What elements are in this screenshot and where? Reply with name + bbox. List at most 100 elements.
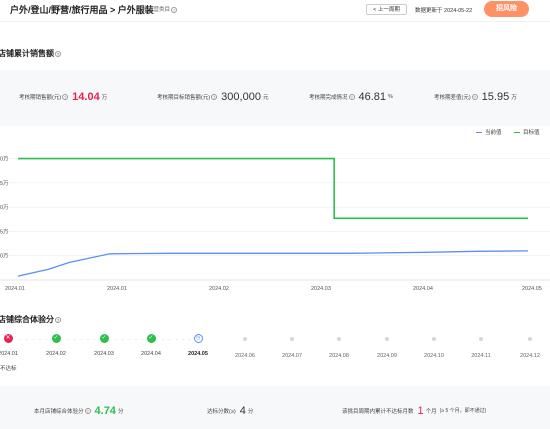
timeline-month-label: 2024.01 (0, 351, 18, 357)
score-unit: 分 (247, 408, 254, 415)
timeline-month-2024.07[interactable]: 2024.07 (277, 334, 307, 359)
score-value: 1 (417, 404, 424, 417)
y-tick-label: 0万 (0, 253, 9, 260)
header-divider (0, 21, 550, 22)
previous-cycle-button[interactable]: < 上一周期 (366, 4, 407, 15)
x-tick-label: 2024.04 (413, 286, 433, 292)
kpi-sales: 考核期销售额(元)? 14.04 万 (19, 88, 107, 106)
x-tick-label: 2024.03 (311, 286, 331, 292)
y-tick-label: 5万 (0, 180, 9, 187)
help-icon[interactable]: ? (211, 93, 218, 100)
kpi-value: 14.04 (72, 90, 100, 103)
series-line-target (18, 157, 528, 220)
kpi-value: 46.81 (358, 90, 387, 103)
clock-icon: ◷ (193, 334, 203, 343)
timeline-month-2024.06[interactable]: 2024.06 (230, 334, 260, 359)
timeline-month-label: 2024.03 (94, 351, 114, 357)
timeline-month-label: 2024.10 (424, 353, 444, 359)
status-glyph: ◷ (195, 335, 201, 341)
timeline-month-2024.10[interactable]: 2024.10 (419, 334, 449, 359)
data-updated-text: 数据更新于 2024-05-22 (415, 8, 473, 14)
dot-icon (385, 336, 389, 341)
score-unit: 个月 (425, 408, 437, 415)
check-circle-icon: ✓ (146, 334, 156, 343)
sub-label-text: 考核主营类目 (137, 7, 171, 13)
status-glyph: ✕ (5, 335, 11, 341)
timeline-month-label: 2024.05 (188, 351, 208, 357)
status-glyph: ✓ (53, 335, 59, 341)
score-label: 本月店铺综合体验分 (34, 408, 84, 415)
score-current: 本月店铺综合体验分? 4.74 分 (34, 402, 123, 420)
y-tick-label: 5万 (0, 228, 9, 235)
kpi-value: 15.95 (481, 90, 510, 103)
timeline-month-2024.08[interactable]: 2024.08 (324, 334, 354, 359)
dot-icon (337, 336, 341, 341)
timeline-month-label: 2024.06 (235, 353, 255, 359)
series-line-current (17, 250, 529, 277)
dot-icon (432, 336, 436, 341)
kpi-unit: 元 (262, 94, 269, 101)
x-tick-label: 2024.01 (107, 286, 127, 292)
score-value: 4.74 (94, 404, 116, 417)
timeline-month-label: 2024.08 (329, 353, 349, 359)
kpi-target-sales: 考核期目标销售额(元)? 300,000 元 (157, 88, 268, 106)
timeline-month-2024.11[interactable]: 2024.11 (466, 334, 496, 359)
dot-icon (528, 336, 532, 341)
kpi-label: 考核期差值(元) (434, 94, 471, 101)
score-label: 该挑目周期内累计不达标月数 (342, 408, 414, 415)
timeline-month-label: 2024.12 (520, 353, 540, 359)
score-threshold: 达标分数(≥) 4 分 (207, 402, 253, 420)
kpi-unit: 万 (101, 94, 108, 101)
timeline-month-label: 2024.09 (377, 353, 397, 359)
kpi-label: 考核期完成情况 (309, 94, 348, 101)
help-icon[interactable]: ? (84, 407, 91, 414)
timeline-month-label: 2024.07 (282, 353, 302, 359)
monthly-score-timeline: 不达标 ✕ 2024.01 · · · · · ✓ 2024.02 · · · · · ✓ 2… (0, 334, 550, 374)
score-hint: (≥ 5 个月，即不通过) (439, 408, 487, 415)
timeline-month-label: 2024.04 (141, 351, 161, 357)
sales-title-text: 店铺累计销售额 (0, 49, 54, 58)
timeline-month-label: 2024.02 (46, 351, 66, 357)
sales-section-title: 店铺累计销售额? (0, 48, 61, 59)
category-sub-label: 考核主营类目? (137, 5, 178, 13)
first-month-status-note: 不达标 (0, 366, 17, 372)
help-icon[interactable]: ? (55, 316, 61, 323)
dot-icon (243, 336, 247, 341)
cumulative-sales-chart: 0万 5万 0万 5万 0万 2024.01 2024.01 2024.02 2024.03 2… (0, 156, 550, 292)
check-circle-icon: ✓ (51, 334, 61, 343)
help-icon[interactable]: ? (171, 6, 178, 13)
dot-icon (290, 336, 294, 341)
kpi-unit: % (388, 93, 393, 100)
score-fail-months: 该挑目周期内累计不达标月数 1 个月 (≥ 5 个月，即不通过) (342, 402, 486, 420)
check-circle-icon: ✓ (99, 334, 109, 343)
score-unit: 分 (117, 408, 124, 415)
y-tick-label: 0万 (0, 156, 9, 163)
dot-icon (479, 336, 483, 341)
x-circle-icon: ✕ (3, 334, 13, 343)
score-value: 4 (239, 404, 246, 417)
x-tick-label: 2024.05 (522, 286, 542, 292)
kpi-gap: 考核期差值(元)? 15.95 万 (434, 88, 517, 106)
score-label: 达标分数(≥) (207, 408, 236, 415)
timeline-month-2024.09[interactable]: 2024.09 (372, 334, 402, 359)
score-title-text: 店铺综合体验分 (0, 315, 54, 324)
help-icon[interactable]: ? (348, 93, 355, 100)
help-icon[interactable]: ? (62, 93, 69, 100)
risk-action-button[interactable]: 招风险 (484, 1, 529, 17)
help-icon[interactable]: ? (471, 93, 478, 100)
kpi-label: 考核期销售额(元) (19, 94, 62, 101)
score-section-title: 店铺综合体验分? (0, 314, 61, 325)
page-header: 户外/登山/野营/旅行用品 > 户外服装 考核主营类目? < 上一周期 数据更新… (0, 0, 550, 22)
y-tick-label: 0万 (0, 204, 9, 211)
status-glyph: ✓ (101, 335, 107, 341)
kpi-label: 考核期目标销售额(元) (157, 94, 211, 101)
category-breadcrumb[interactable]: 户外/登山/野营/旅行用品 > 户外服装 (10, 3, 154, 16)
timeline-month-2024.05[interactable]: ◷ 2024.05 (183, 334, 213, 357)
kpi-completion: 考核期完成情况? 46.81% (309, 88, 393, 106)
timeline-month-2024.12[interactable]: 2024.12 (515, 334, 545, 359)
timeline-month-label: 2024.11 (471, 353, 491, 359)
kpi-unit: 万 (511, 94, 517, 101)
kpi-value: 300,000 (221, 90, 261, 103)
help-icon[interactable]: ? (55, 50, 61, 57)
x-tick-label: 2024.01 (5, 286, 25, 292)
